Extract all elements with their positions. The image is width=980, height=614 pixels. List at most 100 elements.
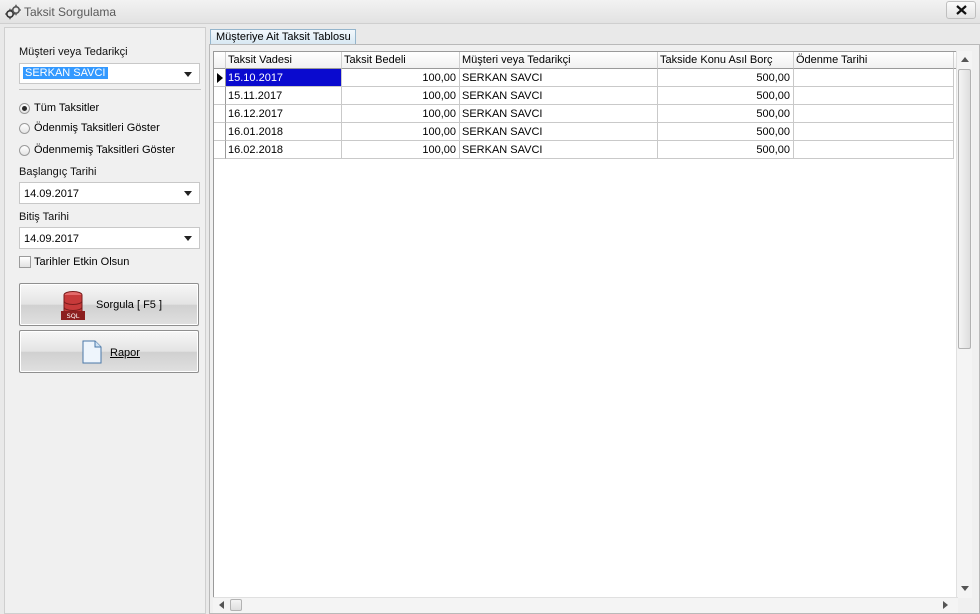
window-title: Taksit Sorgulama xyxy=(24,5,117,19)
cell-text: 500,00 xyxy=(756,126,790,138)
cell-text: 100,00 xyxy=(422,108,456,120)
cell-text: SERKAN SAVCI xyxy=(462,126,543,138)
app-icon xyxy=(5,4,21,20)
cell-customer[interactable]: SERKAN SAVCI xyxy=(460,105,658,123)
close-icon xyxy=(956,5,967,15)
cell-due-date[interactable]: 16.02.2018 xyxy=(226,141,342,159)
cell-amount[interactable]: 100,00 xyxy=(342,69,460,87)
cell-payment-date[interactable] xyxy=(794,105,954,123)
radio-unpaid-installments-label[interactable]: Ödenmemiş Taksitleri Göster xyxy=(34,144,175,156)
vertical-scroll-thumb[interactable] xyxy=(958,69,971,349)
current-row-indicator-icon xyxy=(217,73,223,83)
cell-principal[interactable]: 500,00 xyxy=(658,105,794,123)
cell-amount[interactable]: 100,00 xyxy=(342,141,460,159)
cell-principal[interactable]: 500,00 xyxy=(658,123,794,141)
cell-due-date[interactable]: 16.12.2017 xyxy=(226,105,342,123)
row-header[interactable] xyxy=(214,141,226,159)
customer-value: SERKAN SAVCI xyxy=(23,67,108,79)
divider xyxy=(19,89,201,90)
sql-icon-text: SQL xyxy=(67,312,80,320)
customer-label: Müşteri veya Tedarikçi xyxy=(19,46,128,58)
cell-customer[interactable]: SERKAN SAVCI xyxy=(460,87,658,105)
cell-amount[interactable]: 100,00 xyxy=(342,123,460,141)
horizontal-scroll-thumb[interactable] xyxy=(230,599,242,611)
radio-unpaid-installments[interactable] xyxy=(19,145,30,156)
cell-text: 16.01.2018 xyxy=(228,126,284,138)
column-header-label: Takside Konu Asıl Borç xyxy=(660,54,773,66)
scroll-right-icon[interactable] xyxy=(943,601,948,609)
cell-text: 16.12.2017 xyxy=(228,108,284,120)
row-header[interactable] xyxy=(214,69,226,87)
row-header[interactable] xyxy=(214,87,226,105)
end-date-label: Bitiş Tarihi xyxy=(19,211,69,223)
cell-text: 15.11.2017 xyxy=(228,90,283,102)
cell-customer[interactable]: SERKAN SAVCI xyxy=(460,141,658,159)
cell-text: 500,00 xyxy=(756,72,790,84)
cell-principal[interactable]: 500,00 xyxy=(658,87,794,105)
column-header-label: Taksit Vadesi xyxy=(228,54,292,66)
column-header-customer[interactable]: Müşteri veya Tedarikçi xyxy=(460,52,658,69)
column-header-amount[interactable]: Taksit Bedeli xyxy=(342,52,460,69)
cell-principal[interactable]: 500,00 xyxy=(658,69,794,87)
close-button[interactable] xyxy=(946,1,976,19)
radio-paid-installments-label[interactable]: Ödenmiş Taksitleri Göster xyxy=(34,122,160,134)
cell-due-date[interactable]: 16.01.2018 xyxy=(226,123,342,141)
start-date-value: 14.09.2017 xyxy=(24,188,80,200)
scroll-left-icon[interactable] xyxy=(219,601,224,609)
query-button[interactable]: SQL Sorgula [ F5 ] xyxy=(19,283,199,326)
cell-text: SERKAN SAVCI xyxy=(462,90,543,102)
document-icon xyxy=(82,340,102,364)
sql-database-icon: SQL xyxy=(61,291,85,320)
cell-text: 15.10.2017 xyxy=(228,72,284,84)
row-header[interactable] xyxy=(214,105,226,123)
end-date-picker[interactable]: 14.09.2017 xyxy=(19,227,200,249)
cell-text: 100,00 xyxy=(422,126,456,138)
cell-text: 16.02.2018 xyxy=(228,144,284,156)
cell-payment-date[interactable] xyxy=(794,87,954,105)
scroll-down-icon[interactable] xyxy=(961,586,969,591)
radio-all-installments-label[interactable]: Tüm Taksitler xyxy=(34,102,99,114)
horizontal-scrollbar[interactable] xyxy=(213,597,958,613)
tab-label: Müşteriye Ait Taksit Tablosu xyxy=(216,31,351,43)
cell-principal[interactable]: 500,00 xyxy=(658,141,794,159)
customer-combobox[interactable]: SERKAN SAVCI xyxy=(19,63,200,84)
cell-payment-date[interactable] xyxy=(794,141,954,159)
cell-payment-date[interactable] xyxy=(794,69,954,87)
column-header-due-date[interactable]: Taksit Vadesi xyxy=(226,52,342,69)
title-bar: Taksit Sorgulama xyxy=(0,0,980,24)
row-header[interactable] xyxy=(214,123,226,141)
column-header-label: Ödenme Tarihi xyxy=(796,54,868,66)
dates-enabled-checkbox[interactable] xyxy=(19,256,31,268)
report-button-label: Rapor xyxy=(110,347,140,359)
report-button[interactable]: Rapor xyxy=(19,330,199,373)
cell-amount[interactable]: 100,00 xyxy=(342,87,460,105)
chevron-down-icon[interactable] xyxy=(184,236,192,241)
cell-text: 100,00 xyxy=(422,144,456,156)
column-header-payment-date[interactable]: Ödenme Tarihi xyxy=(794,52,954,69)
cell-text: 500,00 xyxy=(756,108,790,120)
cell-text: SERKAN SAVCI xyxy=(462,144,543,156)
tab-installment-table[interactable]: Müşteriye Ait Taksit Tablosu xyxy=(210,29,356,44)
cell-payment-date[interactable] xyxy=(794,123,954,141)
column-header-label: Müşteri veya Tedarikçi xyxy=(462,54,571,66)
column-header-label: Taksit Bedeli xyxy=(344,54,406,66)
vertical-scrollbar[interactable] xyxy=(956,51,972,598)
cell-customer[interactable]: SERKAN SAVCI xyxy=(460,123,658,141)
dates-enabled-label[interactable]: Tarihler Etkin Olsun xyxy=(34,256,129,268)
installment-grid[interactable]: Taksit Vadesi Taksit Bedeli Müşteri veya T… xyxy=(213,51,958,598)
cell-due-date[interactable]: 15.10.2017 xyxy=(226,69,342,87)
start-date-label: Başlangıç Tarihi xyxy=(19,166,97,178)
start-date-picker[interactable]: 14.09.2017 xyxy=(19,182,200,204)
scroll-up-icon[interactable] xyxy=(961,57,969,62)
chevron-down-icon[interactable] xyxy=(184,191,192,196)
cell-due-date[interactable]: 15.11.2017 xyxy=(226,87,342,105)
query-button-label: Sorgula [ F5 ] xyxy=(96,299,163,311)
cell-text: SERKAN SAVCI xyxy=(462,72,543,84)
radio-all-installments[interactable] xyxy=(19,103,30,114)
cell-amount[interactable]: 100,00 xyxy=(342,105,460,123)
radio-paid-installments[interactable] xyxy=(19,123,30,134)
filter-panel: Müşteri veya Tedarikçi SERKAN SAVCI Tüm … xyxy=(4,27,206,614)
column-header-principal[interactable]: Takside Konu Asıl Borç xyxy=(658,52,794,69)
chevron-down-icon[interactable] xyxy=(184,72,192,77)
cell-customer[interactable]: SERKAN SAVCI xyxy=(460,69,658,87)
